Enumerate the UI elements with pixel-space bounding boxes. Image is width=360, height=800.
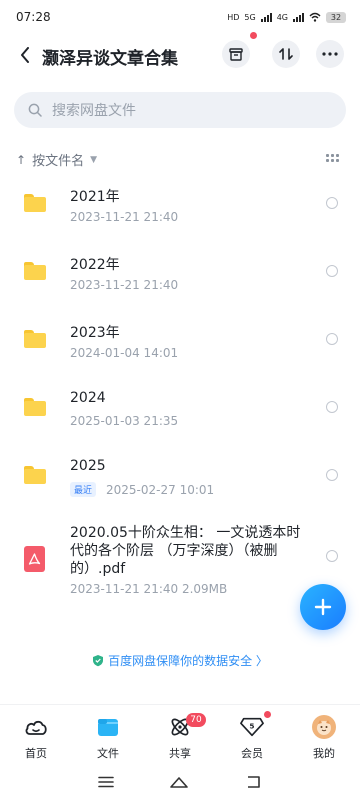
vip-icon: 5 (240, 715, 264, 739)
back-button[interactable] (14, 44, 36, 66)
sort-arrows-icon (279, 48, 293, 60)
wifi-icon (309, 12, 321, 22)
battery-icon: 32 (326, 11, 346, 23)
file-name: 2020.05十阶众生相： 一文说透本时代的各个阶层 （万字深度）（被删的）.p… (70, 525, 301, 577)
status-bar: 07:28 HD 5G 4G 32 (0, 0, 360, 34)
system-nav-bar (0, 764, 360, 800)
grid-view-toggle-icon[interactable] (326, 154, 339, 164)
pdf-icon (24, 546, 45, 572)
nav-item-home[interactable]: 首页 (0, 705, 72, 764)
net2-label: 4G (276, 12, 288, 22)
vip-notification-dot (264, 711, 271, 718)
file-date: 2024-01-04 14:01 (70, 346, 179, 360)
search-icon (28, 103, 42, 117)
file-name: 2025 (70, 458, 106, 474)
net1-label: 5G (244, 12, 256, 22)
nav-item-files[interactable]: 文件 (72, 705, 144, 764)
folder-icon (24, 398, 46, 416)
archive-box-icon (229, 47, 243, 61)
file-row-folder[interactable]: 2024 2025-01-03 21:35 (0, 374, 360, 442)
search-placeholder: 搜索网盘文件 (52, 103, 136, 119)
file-name: 2022年 (70, 257, 120, 273)
signal-icon-2 (293, 12, 304, 22)
file-name: 2023年 (70, 325, 120, 341)
share-badge: 70 (186, 713, 206, 727)
security-banner[interactable]: 百度网盘保障你的数据安全 〉 (0, 652, 360, 669)
vip-level: 5 (249, 721, 254, 730)
nav-label: 文件 (97, 747, 119, 760)
sort-label: 按文件名 (32, 154, 85, 169)
transfer-list-button[interactable] (222, 40, 250, 68)
search-bar[interactable]: 搜索网盘文件 (14, 92, 346, 128)
select-radio[interactable] (326, 197, 338, 209)
nav-item-vip[interactable]: 5 会员 (216, 705, 288, 764)
file-row-folder[interactable]: 2025 最近 2025-02-27 10:01 (0, 442, 360, 510)
more-button[interactable] (316, 40, 344, 68)
security-text: 百度网盘保障你的数据安全 〉 (108, 654, 268, 668)
cloud-icon (24, 715, 48, 739)
page-title: 灏泽异谈文章合集 (42, 49, 178, 69)
home-icon[interactable] (169, 775, 189, 789)
status-icons: HD 5G 4G 32 (227, 11, 346, 23)
file-name: 2024 (70, 390, 106, 406)
nav-label: 共享 (169, 747, 191, 760)
folder-icon (96, 715, 120, 739)
status-time: 07:28 (16, 10, 51, 24)
signal-icon (260, 12, 272, 22)
file-row-folder[interactable]: 2022年 2023-11-21 21:40 (0, 238, 360, 306)
nav-item-share[interactable]: 共享 (144, 705, 216, 764)
notification-dot (250, 32, 257, 39)
sort-up-arrow-icon: ↑ (16, 152, 27, 167)
chevron-down-icon: ▼ (90, 154, 97, 165)
recent-badge: 最近 (70, 482, 97, 497)
file-meta: 最近 2025-02-27 10:01 (70, 482, 214, 497)
file-row-pdf[interactable]: 2020.05十阶众生相： 一文说透本时代的各个阶层 （万字深度）（被删的）.p… (0, 510, 360, 602)
bottom-nav: 首页 文件 共享 5 会员 我的 70 (0, 704, 360, 764)
add-button[interactable] (300, 584, 346, 630)
file-date: 2025-02-27 10:01 (106, 482, 215, 497)
hd-label: HD (227, 12, 240, 22)
file-row-folder[interactable]: 2023年 2024-01-04 14:01 (0, 306, 360, 374)
file-date: 2023-11-21 21:40 (70, 210, 179, 224)
file-row-folder[interactable]: 2021年 2023-11-21 21:40 (0, 170, 360, 238)
menu-icon[interactable] (97, 776, 114, 788)
file-meta: 2023-11-21 21:40 2.09MB (70, 582, 228, 596)
folder-icon (24, 330, 46, 348)
avatar-icon (312, 715, 336, 739)
file-date: 2023-11-21 21:40 (70, 278, 179, 292)
select-radio[interactable] (326, 401, 338, 413)
folder-icon (24, 466, 46, 484)
chevron-left-icon (21, 47, 29, 63)
file-list: 2021年 2023-11-21 21:40 2022年 2023-11-21 … (0, 170, 360, 602)
select-radio[interactable] (326, 550, 338, 562)
nav-item-me[interactable]: 我的 (288, 705, 360, 764)
folder-icon (24, 262, 46, 280)
header: 灏泽异谈文章合集 (0, 32, 360, 76)
select-radio[interactable] (326, 333, 338, 345)
nav-label: 会员 (241, 747, 263, 760)
file-date: 2025-01-03 21:35 (70, 414, 179, 428)
file-name: 2021年 (70, 189, 120, 205)
nav-label: 首页 (25, 747, 47, 760)
shield-icon (93, 655, 104, 667)
select-radio[interactable] (326, 265, 338, 277)
plus-icon (314, 598, 332, 616)
folder-icon (24, 194, 46, 212)
back-icon[interactable] (244, 775, 262, 789)
nav-label: 我的 (313, 747, 335, 760)
sort-selector[interactable]: ↑ 按文件名 ▼ (16, 150, 97, 170)
select-radio[interactable] (326, 469, 338, 481)
sort-button[interactable] (272, 40, 300, 68)
more-dots-icon (322, 52, 338, 56)
